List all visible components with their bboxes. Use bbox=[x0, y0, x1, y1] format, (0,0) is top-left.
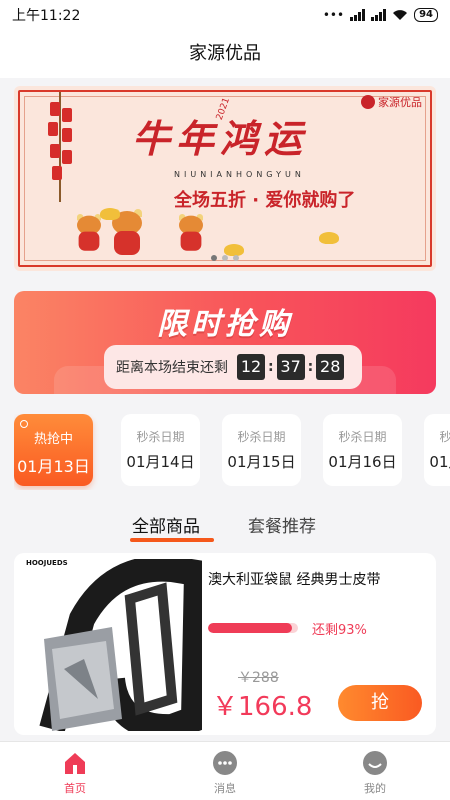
product-name: 澳大利亚袋鼠 经典男士皮带 bbox=[208, 572, 381, 588]
flash-sale-title: 限时抢购 bbox=[157, 307, 293, 342]
nav-item-profile[interactable]: 我的 bbox=[300, 742, 450, 800]
date-tab-label: 热抢中 bbox=[33, 432, 73, 447]
banner-pinyin: NIUNIANHONGYUN bbox=[174, 170, 305, 179]
gold-ingot-icon bbox=[100, 208, 120, 220]
date-tab[interactable]: 秒杀日期 01月16日 bbox=[323, 414, 402, 486]
signal-icon-2 bbox=[371, 9, 387, 21]
nav-label: 我的 bbox=[364, 782, 386, 795]
belt-image bbox=[39, 555, 211, 735]
bottom-nav: 首页 消息 我的 bbox=[0, 741, 450, 800]
message-icon bbox=[213, 751, 237, 775]
promo-banner[interactable]: 牛年鸿运 2021 NIUNIANHONGYUN 全场五折 · 爱你就购了 家源… bbox=[14, 86, 436, 271]
date-tab[interactable]: 秒杀日期 01月17日 bbox=[424, 414, 450, 486]
active-tab-indicator bbox=[130, 538, 214, 542]
stock-remaining-label: 还剩93% bbox=[312, 623, 367, 638]
countdown-separator: : bbox=[307, 359, 314, 375]
product-image[interactable]: HOOJUEDS bbox=[22, 555, 211, 735]
date-tab-date: 01月17日 bbox=[429, 453, 450, 471]
countdown-hours: 12 bbox=[237, 354, 265, 380]
home-icon bbox=[65, 753, 85, 774]
nav-item-messages[interactable]: 消息 bbox=[150, 742, 300, 800]
date-tab[interactable]: 秒杀日期 01月15日 bbox=[222, 414, 301, 486]
original-price: ￥288 bbox=[238, 670, 279, 686]
banner-logo-text: 家源优品 bbox=[378, 96, 422, 109]
countdown-label: 距离本场结束还剩 bbox=[116, 360, 228, 376]
nav-item-home[interactable]: 首页 bbox=[0, 742, 150, 800]
segment-tabs: 全部商品 套餐推荐 bbox=[0, 508, 450, 546]
ox-illustration-small bbox=[72, 214, 106, 253]
countdown-seconds: 28 bbox=[316, 354, 345, 380]
date-tab-date: 01月16日 bbox=[328, 453, 397, 471]
date-tab-hot[interactable]: 热抢中 01月13日 bbox=[14, 414, 93, 486]
wifi-icon bbox=[393, 10, 408, 20]
date-tab-date: 01月14日 bbox=[126, 453, 195, 471]
stock-progress-fill bbox=[208, 623, 292, 633]
more-dots-icon: ••• bbox=[322, 8, 345, 22]
page-title: 家源优品 bbox=[0, 30, 450, 78]
nav-label: 首页 bbox=[64, 782, 86, 795]
profile-icon bbox=[363, 751, 387, 775]
live-dot-icon bbox=[20, 420, 28, 428]
countdown-timer: 距离本场结束还剩 12 : 37 : 28 bbox=[104, 345, 362, 389]
date-tab-date: 01月13日 bbox=[17, 457, 90, 476]
date-tabs: 热抢中 01月13日 秒杀日期 01月14日 秒杀日期 01月15日 秒杀日期 … bbox=[14, 414, 450, 490]
date-tab-label: 秒杀日期 bbox=[237, 430, 286, 444]
status-bar: 上午11:22 ••• 94 bbox=[0, 0, 450, 30]
status-icons: ••• 94 bbox=[323, 8, 438, 22]
date-tab-label: 秒杀日期 bbox=[338, 430, 387, 444]
brand-label: HOOJUEDS bbox=[26, 559, 68, 567]
countdown-separator: : bbox=[268, 359, 274, 375]
tab-all-products[interactable]: 全部商品 bbox=[132, 512, 200, 537]
signal-icon bbox=[350, 9, 366, 21]
brand-logo-icon bbox=[361, 95, 375, 109]
nav-label: 消息 bbox=[214, 782, 236, 795]
carousel-dots bbox=[211, 255, 239, 261]
date-tab-label: 秒杀日期 bbox=[136, 430, 185, 444]
stock-progress-bar bbox=[208, 623, 298, 633]
product-card[interactable]: HOOJUEDS 澳大利亚袋鼠 经典男士皮带 还剩93% ￥288 ￥166.8… bbox=[14, 553, 436, 735]
tab-bundles[interactable]: 套餐推荐 bbox=[248, 512, 316, 537]
countdown-minutes: 37 bbox=[276, 354, 305, 380]
battery-indicator: 94 bbox=[414, 8, 438, 22]
gold-ingot-icon bbox=[319, 232, 339, 244]
firecracker-icon bbox=[48, 92, 72, 202]
status-time: 上午11:22 bbox=[12, 8, 81, 24]
date-tab-label: 秒杀日期 bbox=[439, 430, 450, 444]
ox-illustration-right bbox=[174, 214, 208, 253]
banner-logo: 家源优品 bbox=[361, 94, 422, 110]
banner-slogan: 全场五折 · 爱你就购了 bbox=[174, 190, 356, 211]
date-tab[interactable]: 秒杀日期 01月14日 bbox=[121, 414, 200, 486]
date-tab-date: 01月15日 bbox=[227, 453, 296, 471]
grab-button[interactable]: 抢 bbox=[338, 685, 422, 721]
flash-sale-panel: 限时抢购 距离本场结束还剩 12 : 37 : 28 bbox=[14, 291, 436, 394]
sale-price: ￥166.8 bbox=[212, 692, 313, 722]
